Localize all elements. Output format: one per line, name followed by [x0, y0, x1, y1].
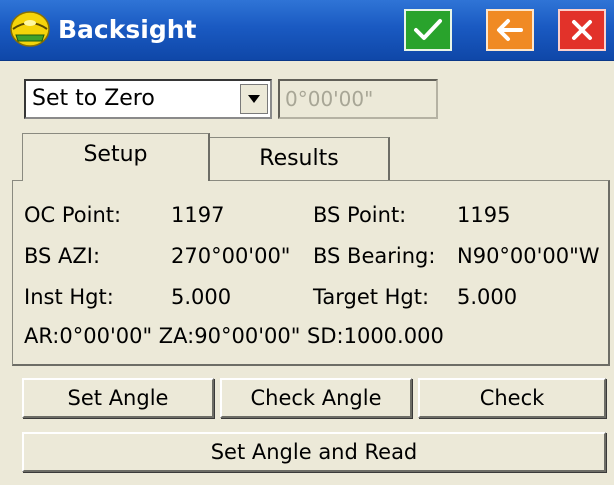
bs-bearing-value: N90°00'00"W	[457, 244, 600, 268]
target-hgt-value: 5.000	[457, 285, 518, 309]
arrow-left-icon	[497, 19, 523, 41]
setup-panel: OC Point: 1197 BS Point: 1195 BS AZI: 27…	[12, 180, 610, 366]
close-button[interactable]	[558, 9, 606, 51]
oc-point-label: OC Point:	[24, 203, 122, 227]
helmet-icon	[10, 11, 50, 47]
bs-bearing-label: BS Bearing:	[313, 244, 436, 268]
check-icon	[414, 19, 442, 40]
target-hgt-label: Target Hgt:	[313, 285, 430, 309]
check-angle-button[interactable]: Check Angle	[220, 378, 412, 418]
check-button[interactable]: Check	[418, 378, 606, 418]
set-angle-button[interactable]: Set Angle	[22, 378, 214, 418]
back-button[interactable]	[486, 9, 534, 51]
chevron-down-icon[interactable]	[240, 84, 268, 114]
mode-select-value: Set to Zero	[32, 86, 155, 111]
mode-select[interactable]: Set to Zero	[24, 79, 272, 119]
inst-hgt-label: Inst Hgt:	[24, 285, 114, 309]
oc-point-value: 1197	[171, 203, 225, 227]
set-angle-and-read-button[interactable]: Set Angle and Read	[22, 432, 606, 472]
tab-results[interactable]: Results	[210, 137, 390, 181]
ok-button[interactable]	[404, 9, 452, 51]
tab-setup[interactable]: Setup	[22, 133, 210, 181]
bs-point-value: 1195	[457, 203, 511, 227]
title-bar: Backsight	[0, 0, 614, 61]
bs-azi-value: 270°00'00"	[171, 244, 291, 268]
measurement-summary: AR:0°00'00" ZA:90°00'00" SD:1000.000	[24, 324, 444, 348]
inst-hgt-value: 5.000	[171, 285, 232, 309]
window-title: Backsight	[58, 15, 197, 44]
bs-point-label: BS Point:	[313, 203, 407, 227]
bs-azi-label: BS AZI:	[24, 244, 101, 268]
angle-input[interactable]: 0°00'00"	[278, 79, 438, 119]
close-icon	[572, 20, 592, 40]
